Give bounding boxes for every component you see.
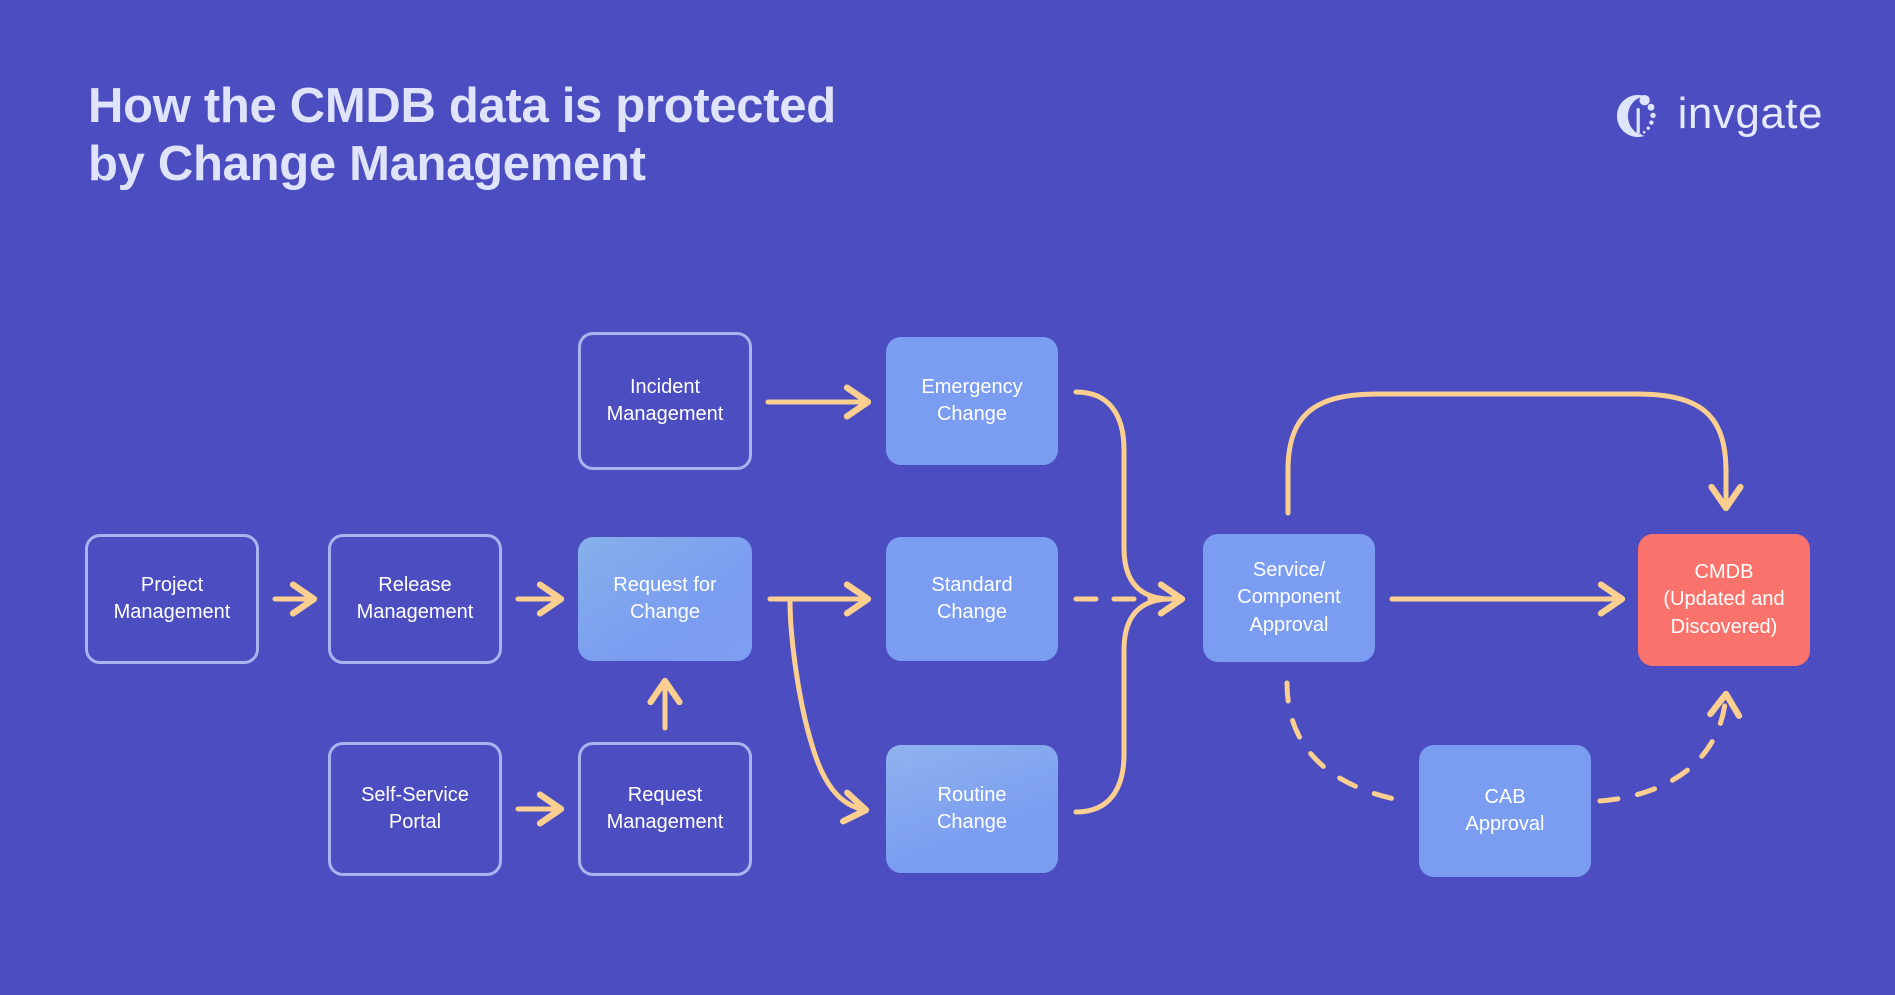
node-incident-management[interactable]: Incident Management xyxy=(578,332,752,470)
node-label: CAB Approval xyxy=(1465,785,1545,835)
node-project-management[interactable]: Project Management xyxy=(85,534,259,664)
node-label: Release Management xyxy=(356,573,474,623)
node-request-for-change[interactable]: Request for Change xyxy=(578,537,752,661)
node-label: Standard Change xyxy=(931,573,1013,623)
node-routine-change[interactable]: Routine Change xyxy=(886,745,1058,873)
edge-routine-to-approval xyxy=(1073,596,1171,815)
node-cmdb[interactable]: CMDB (Updated and Discovered) xyxy=(1638,534,1810,666)
node-service-approval[interactable]: Service/ Component Approval xyxy=(1203,534,1375,662)
node-standard-change[interactable]: Standard Change xyxy=(886,537,1058,661)
node-label: Incident Management xyxy=(606,375,724,425)
node-label: Project Management xyxy=(113,573,231,623)
invgate-logo: invgate xyxy=(1608,86,1823,142)
diagram-canvas: How the CMDB data is protected by Change… xyxy=(0,0,1895,995)
edge-approval-to-cab xyxy=(1284,680,1407,804)
node-label: Self-Service Portal xyxy=(361,783,469,833)
node-label: Emergency Change xyxy=(921,375,1023,425)
invgate-spiral-icon xyxy=(1608,86,1664,142)
page-title: How the CMDB data is protected by Change… xyxy=(88,79,836,191)
node-self-service-portal[interactable]: Self-Service Portal xyxy=(328,742,502,876)
invgate-wordmark: invgate xyxy=(1677,89,1823,138)
node-release-management[interactable]: Release Management xyxy=(328,534,502,664)
edge-rfc-to-routine xyxy=(787,598,870,825)
edge-approval-to-cmdb-arch xyxy=(1285,391,1744,516)
node-label: Request Management xyxy=(606,783,724,833)
node-label: Service/ Component Approval xyxy=(1237,559,1341,636)
node-label: CMDB (Updated and Discovered) xyxy=(1663,561,1785,638)
node-cab-approval[interactable]: CAB Approval xyxy=(1419,745,1591,877)
node-label: Routine Change xyxy=(936,783,1008,833)
node-label: Request for Change xyxy=(613,573,717,623)
edge-cab-to-cmdb xyxy=(1597,690,1743,804)
edge-emergency-to-approval xyxy=(1073,389,1171,602)
node-emergency-change[interactable]: Emergency Change xyxy=(886,337,1058,465)
node-request-management[interactable]: Request Management xyxy=(578,742,752,876)
